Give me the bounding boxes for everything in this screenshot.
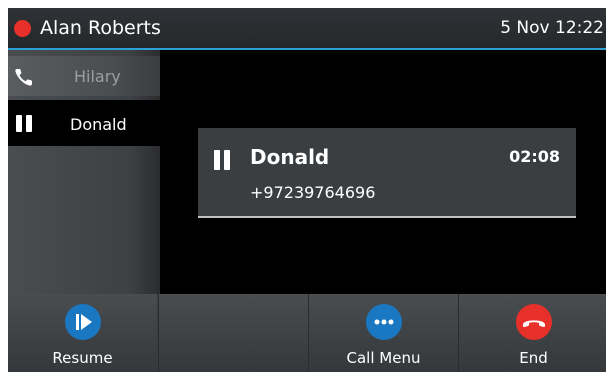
softkey-bar: Resume Call Menu End	[8, 294, 606, 372]
resume-softkey[interactable]: Resume	[8, 294, 157, 372]
softkey-label: Resume	[52, 349, 113, 367]
call-list: Hilary Donald	[8, 50, 160, 294]
caller-number: +97239764696	[250, 183, 376, 202]
caller-name: Donald	[250, 145, 330, 169]
call-timer: 02:08	[509, 147, 560, 166]
resume-icon	[64, 304, 101, 340]
status-bar: Alan Roberts 5 Nov 12:22	[8, 8, 606, 50]
end-call-icon	[515, 304, 552, 340]
date-time: 5 Nov 12:22	[500, 18, 604, 38]
pause-icon	[14, 115, 34, 135]
call-list-item-label: Donald	[70, 115, 127, 134]
call-menu-softkey[interactable]: Call Menu	[308, 294, 458, 372]
softkey-label: End	[519, 349, 548, 367]
call-list-item-hilary[interactable]: Hilary	[8, 56, 160, 96]
end-softkey[interactable]: End	[458, 294, 606, 372]
phone-screen: Alan Roberts 5 Nov 12:22 Hilary Donald D…	[8, 8, 606, 372]
held-call-card: Donald +97239764696 02:08	[198, 128, 576, 218]
more-icon	[365, 304, 402, 340]
call-list-item-donald[interactable]: Donald	[8, 100, 160, 146]
user-name: Alan Roberts	[40, 17, 161, 39]
presence-status-icon	[14, 20, 31, 37]
phone-icon	[15, 69, 32, 86]
softkey-label: Call Menu	[346, 349, 421, 367]
call-list-item-label: Hilary	[74, 67, 121, 86]
pause-icon	[212, 150, 232, 170]
empty-softkey[interactable]	[158, 294, 308, 372]
